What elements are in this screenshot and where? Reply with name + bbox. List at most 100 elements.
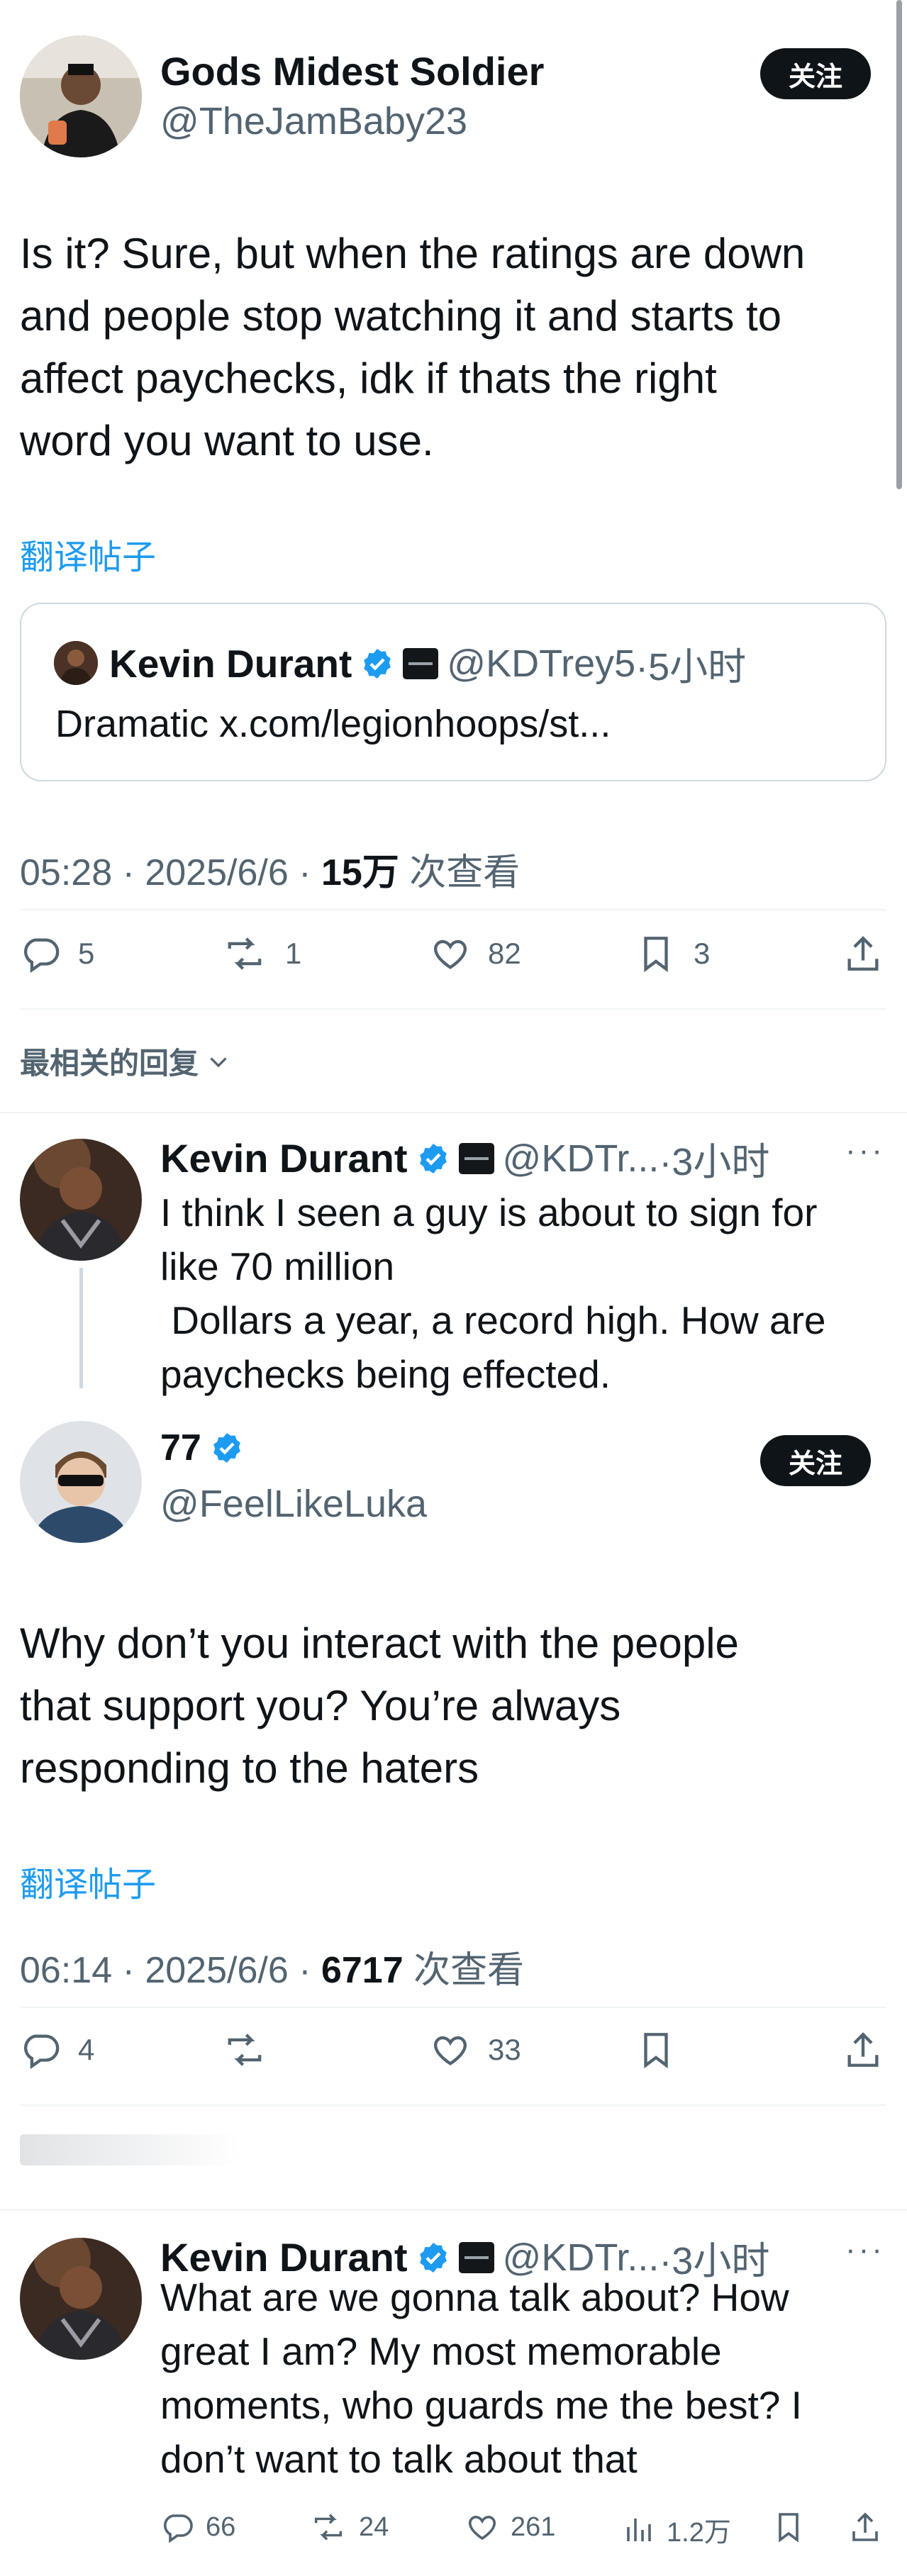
kd-avatar[interactable] bbox=[20, 1139, 142, 1261]
repost-button[interactable]: 1 bbox=[221, 933, 301, 974]
more-options-icon[interactable]: ··· bbox=[845, 2232, 885, 2268]
views-button[interactable]: 1.2万 bbox=[621, 2510, 731, 2549]
post-text-line: word you want to use. bbox=[20, 417, 434, 464]
like-button[interactable]: 33 bbox=[430, 2029, 521, 2070]
kd-avatar-image bbox=[20, 2238, 142, 2360]
quoted-avatar bbox=[54, 641, 98, 685]
share-icon bbox=[852, 2512, 878, 2541]
author-name[interactable]: 77 bbox=[160, 1427, 201, 1469]
repost-icon bbox=[228, 937, 262, 970]
divider bbox=[20, 2104, 886, 2106]
post-text-line: and people stop watching it and starts t… bbox=[20, 292, 782, 340]
verified-badge-icon bbox=[364, 648, 391, 679]
reply-count: 5 bbox=[78, 937, 95, 970]
repost-button[interactable]: 24 bbox=[309, 2510, 389, 2544]
like-button[interactable]: 82 bbox=[430, 933, 521, 974]
post-text: Why don’t you interact with the people t… bbox=[20, 1612, 892, 1800]
like-button[interactable]: 261 bbox=[465, 2510, 555, 2544]
reply-icon bbox=[23, 938, 60, 974]
reply-icon bbox=[163, 2514, 193, 2543]
reply-author-handle[interactable]: @KDTr... bbox=[503, 1137, 660, 1181]
affiliate-badge-icon bbox=[403, 647, 439, 679]
avatar-image bbox=[20, 1421, 142, 1543]
follow-button[interactable]: 关注 bbox=[760, 48, 871, 99]
reply-author-name[interactable]: Kevin Durant bbox=[160, 1135, 408, 1181]
reply-text-line: What are we gonna talk about? How bbox=[160, 2275, 789, 2319]
quoted-author-name: Kevin Durant bbox=[109, 641, 352, 686]
divider bbox=[0, 2209, 907, 2211]
more-options-icon[interactable]: ··· bbox=[845, 1133, 885, 1169]
reply-button[interactable]: 5 bbox=[20, 933, 94, 974]
post-timestamp: 06:14 · 2025/6/6 · 6717 次查看 bbox=[20, 1940, 524, 1993]
bookmark-count: 3 bbox=[694, 937, 711, 970]
post-text: Is it? Sure, but when the ratings are do… bbox=[20, 223, 892, 472]
reply-text: I think I seen a guy is about to sign fo… bbox=[160, 1186, 891, 1401]
divider bbox=[20, 909, 886, 910]
replies-sort-dropdown[interactable]: 最相关的回复 bbox=[20, 1039, 231, 1083]
analytics-icon bbox=[627, 2518, 651, 2541]
bookmark-icon bbox=[779, 2513, 799, 2543]
verified-badge-icon bbox=[419, 2242, 447, 2273]
post-77-name-row: 77 bbox=[160, 1427, 244, 1469]
reply-text-line: Dollars a year, a record high. How are bbox=[160, 1298, 826, 1342]
repost-count: 24 bbox=[359, 2511, 389, 2542]
affiliate-badge-icon bbox=[458, 1142, 494, 1174]
reply-button[interactable]: 66 bbox=[160, 2510, 235, 2544]
bookmark-button[interactable]: 3 bbox=[635, 933, 710, 974]
share-button[interactable] bbox=[848, 2510, 882, 2544]
quoted-text: Dramatic x.com/legionhoops/st... bbox=[55, 703, 611, 745]
reply-text-line: paychecks being effected. bbox=[160, 1352, 611, 1396]
reply-button[interactable]: 4 bbox=[20, 2029, 94, 2070]
views-count: 1.2万 bbox=[667, 2518, 731, 2548]
chevron-down-icon bbox=[210, 1056, 227, 1067]
kd-avatar[interactable] bbox=[20, 2238, 142, 2360]
repost-icon bbox=[314, 2514, 343, 2541]
follow-button[interactable]: 关注 bbox=[760, 1435, 871, 1486]
author-avatar[interactable] bbox=[20, 35, 142, 157]
quoted-author-handle: @KDTrey5 bbox=[447, 642, 636, 685]
post-text-line: Why don’t you interact with the people bbox=[20, 1619, 739, 1667]
verified-badge-icon bbox=[213, 1433, 240, 1463]
post-text-line: affect paychecks, idk if thats the right bbox=[20, 355, 717, 402]
translate-post-link[interactable]: 翻译帖子 bbox=[20, 1856, 156, 1906]
quoted-time: ·5小时 bbox=[635, 646, 747, 688]
reply-text-line: great I am? My most memorable bbox=[160, 2329, 722, 2373]
blurred-replies-header bbox=[20, 2134, 240, 2165]
repost-button[interactable] bbox=[221, 2029, 285, 2070]
post-text-line: that support you? You’re always bbox=[20, 1682, 621, 1729]
heart-icon bbox=[434, 2036, 467, 2065]
reply-icon bbox=[23, 2034, 60, 2070]
avatar-image bbox=[20, 35, 142, 157]
bookmark-icon bbox=[644, 937, 668, 973]
replies-sort-label: 最相关的回复 bbox=[20, 1047, 199, 1080]
reply-time: ·3小时 bbox=[659, 1141, 770, 1183]
bookmark-button[interactable] bbox=[635, 2029, 677, 2070]
post-text-line: responding to the haters bbox=[20, 1744, 479, 1792]
author-handle[interactable]: @TheJamBaby23 bbox=[160, 99, 467, 143]
views-label: 次查看 bbox=[399, 852, 521, 893]
post-time: 06:14 · 2025/6/6 · bbox=[20, 1950, 321, 1991]
post-timestamp: 05:28 · 2025/6/6 · 15万 次查看 bbox=[20, 842, 520, 896]
post-text-line: Is it? Sure, but when the ratings are do… bbox=[20, 230, 806, 277]
thread-line bbox=[79, 1268, 83, 1388]
share-button[interactable] bbox=[842, 933, 884, 974]
translate-post-link[interactable]: 翻译帖子 bbox=[20, 529, 156, 579]
bookmark-button[interactable] bbox=[772, 2510, 806, 2544]
repost-count: 1 bbox=[285, 937, 302, 970]
reply-count: 66 bbox=[206, 2511, 236, 2542]
author-avatar[interactable] bbox=[20, 1421, 142, 1543]
author-name[interactable]: Gods Midest Soldier bbox=[160, 48, 544, 94]
verified-badge-icon bbox=[419, 1143, 447, 1173]
affiliate-badge-icon bbox=[458, 2241, 494, 2273]
heart-icon bbox=[434, 939, 467, 969]
divider bbox=[20, 2007, 886, 2008]
reply-text-line: don’t want to talk about that bbox=[160, 2437, 638, 2481]
heart-icon bbox=[468, 2516, 496, 2541]
view-count: 6717 bbox=[321, 1950, 404, 1991]
reply-text-line: like 70 million bbox=[160, 1244, 395, 1288]
scrollbar[interactable] bbox=[896, 0, 902, 489]
quoted-post-card[interactable]: Kevin Durant @KDTrey5·5小时 Dramatic x.com… bbox=[20, 603, 886, 781]
views-label: 次查看 bbox=[403, 1950, 525, 1991]
share-button[interactable] bbox=[842, 2029, 884, 2070]
author-handle[interactable]: @FeelLikeLuka bbox=[160, 1482, 427, 1526]
